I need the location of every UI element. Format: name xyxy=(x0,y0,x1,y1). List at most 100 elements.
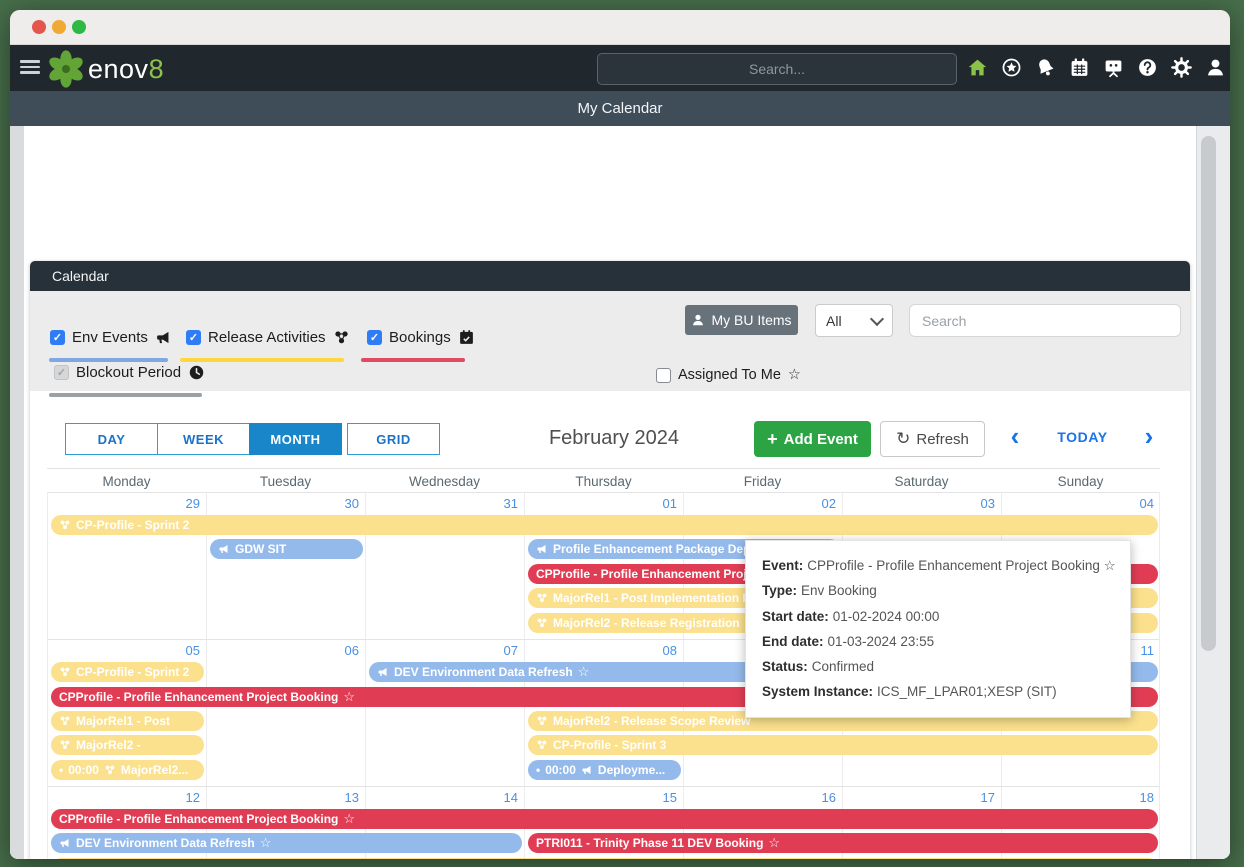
date-cell: 04 xyxy=(1002,496,1154,511)
filter-label: Release Activities xyxy=(208,329,326,346)
view-week-button[interactable]: WEEK xyxy=(157,423,250,455)
event-title: CP-Profile - Sprint 2 xyxy=(76,665,189,679)
event-title: CP-Profile - Sprint 2 xyxy=(76,518,189,532)
close-window-button[interactable] xyxy=(32,20,46,34)
star-circle-icon[interactable] xyxy=(1001,57,1022,78)
day-header: Saturday xyxy=(842,469,1001,493)
notifications-bell-icon[interactable] xyxy=(1035,57,1056,78)
day-header: Sunday xyxy=(1001,469,1160,493)
help-icon[interactable] xyxy=(1137,57,1158,78)
global-search-input[interactable] xyxy=(597,53,957,85)
tooltip-row: Type:Env Booking xyxy=(762,578,1114,603)
cluster-icon xyxy=(536,715,548,727)
event-bar[interactable]: MajorRel2 - xyxy=(51,735,204,755)
star-icon: ☆ xyxy=(260,835,272,851)
enov8-logo: enov8 xyxy=(46,49,164,89)
date-cell: 03 xyxy=(843,496,995,511)
event-title: DEV Environment Data Refresh xyxy=(394,665,573,679)
content-area: Calendar ✓ Env Events ✓ Release Activiti… xyxy=(10,126,1230,859)
my-bu-items-label: My BU Items xyxy=(711,312,791,328)
filter-section: ✓ Env Events ✓ Release Activities ✓ Book… xyxy=(30,291,1190,391)
home-icon[interactable] xyxy=(967,57,988,78)
star-icon: ☆ xyxy=(343,689,355,705)
star-icon: ☆ xyxy=(788,367,801,383)
filter-bookings[interactable]: ✓ Bookings xyxy=(367,329,475,346)
event-bar[interactable]: DEV Environment Data Refresh ☆ xyxy=(51,833,522,853)
refresh-icon: ↻ xyxy=(896,429,910,449)
event-time: 00:00 xyxy=(68,763,99,777)
date-cell: 07 xyxy=(366,643,518,658)
date-cell: 06 xyxy=(207,643,359,658)
event-tooltip: Event:CPProfile - Profile Enhancement Pr… xyxy=(745,540,1131,718)
event-bar[interactable]: CP-Profile - Sprint 3 xyxy=(51,858,1158,859)
filter-label: Bookings xyxy=(389,329,451,346)
filter-release-activities[interactable]: ✓ Release Activities xyxy=(186,329,350,346)
settings-gear-icon[interactable] xyxy=(1171,57,1192,78)
top-navbar: enov8 xyxy=(10,45,1230,91)
scrollbar-track[interactable] xyxy=(1196,126,1230,859)
event-bar[interactable]: • 00:00 Deployme... xyxy=(528,760,681,780)
cluster-icon xyxy=(104,764,116,776)
previous-month-chevron[interactable]: ‹ xyxy=(1002,419,1028,455)
zoom-window-button[interactable] xyxy=(72,20,86,34)
scope-select[interactable]: All xyxy=(815,304,893,337)
left-gutter xyxy=(10,126,24,859)
today-button[interactable]: TODAY xyxy=(1035,421,1130,453)
scrollbar-thumb[interactable] xyxy=(1201,136,1216,651)
megaphone-icon xyxy=(581,764,593,776)
minimize-window-button[interactable] xyxy=(52,20,66,34)
event-bar[interactable]: GDW SIT xyxy=(210,539,363,559)
user-profile-icon[interactable] xyxy=(1205,57,1226,78)
event-title: PTRI011 - Trinity Phase 11 DEV Booking xyxy=(536,836,763,850)
tooltip-row: System Instance:ICS_MF_LPAR01;XESP (SIT) xyxy=(762,679,1114,704)
event-title: MajorRel2 - Release Scope Review xyxy=(553,714,750,728)
event-bar[interactable]: CP-Profile - Sprint 2 xyxy=(51,515,1158,535)
hamburger-menu-icon[interactable] xyxy=(20,60,40,76)
event-title: MajorRel2 - Release Registration xyxy=(553,616,740,630)
bookings-underline xyxy=(361,358,465,362)
view-grid-button[interactable]: GRID xyxy=(347,423,440,455)
view-day-button[interactable]: DAY xyxy=(65,423,158,455)
view-month-button[interactable]: MONTH xyxy=(249,423,342,455)
env-events-underline xyxy=(49,358,168,362)
date-cell: 15 xyxy=(525,790,677,805)
date-cell: 01 xyxy=(525,496,677,511)
filter-blockout-period[interactable]: ✓ Blockout Period xyxy=(54,364,205,381)
assigned-to-me-label: Assigned To Me xyxy=(678,367,781,383)
day-header: Tuesday xyxy=(206,469,365,493)
refresh-button[interactable]: ↻ Refresh xyxy=(880,421,985,457)
calendar-search-input[interactable] xyxy=(909,304,1181,337)
date-cell: 17 xyxy=(843,790,995,805)
event-bar[interactable]: MajorRel1 - Post xyxy=(51,711,204,731)
day-header: Friday xyxy=(683,469,842,493)
cluster-icon xyxy=(333,329,350,346)
board-icon[interactable] xyxy=(1103,57,1124,78)
next-month-chevron[interactable]: › xyxy=(1136,419,1162,455)
event-bar[interactable]: CP-Profile - Sprint 2 xyxy=(51,662,204,682)
event-bar[interactable]: CP-Profile - Sprint 3 xyxy=(528,735,1158,755)
bookings-checkbox[interactable]: ✓ xyxy=(367,330,382,345)
blockout-period-checkbox[interactable]: ✓ xyxy=(54,365,69,380)
date-cell: 02 xyxy=(684,496,836,511)
megaphone-icon xyxy=(155,329,172,346)
calendar-icon[interactable] xyxy=(1069,57,1090,78)
event-title: CP-Profile - Sprint 3 xyxy=(553,738,666,752)
filter-label: Blockout Period xyxy=(76,364,181,381)
assigned-to-me-checkbox[interactable] xyxy=(656,368,671,383)
event-title: GDW SIT xyxy=(235,542,286,556)
add-event-button[interactable]: + Add Event xyxy=(754,421,871,457)
event-title: MajorRel2... xyxy=(121,763,188,777)
cluster-icon xyxy=(59,739,71,751)
env-events-checkbox[interactable]: ✓ xyxy=(50,330,65,345)
release-activities-checkbox[interactable]: ✓ xyxy=(186,330,201,345)
scope-selected-value: All xyxy=(826,313,842,329)
event-bar[interactable]: PTRI011 - Trinity Phase 11 DEV Booking ☆ xyxy=(528,833,1158,853)
plus-icon: + xyxy=(767,429,778,450)
filter-env-events[interactable]: ✓ Env Events xyxy=(50,329,172,346)
chevron-down-icon xyxy=(870,311,884,325)
event-title: CPProfile - Profile Enhancement Project … xyxy=(59,690,338,704)
event-bar[interactable]: • 00:00 MajorRel2... xyxy=(51,760,204,780)
my-bu-items-button[interactable]: My BU Items xyxy=(685,305,798,335)
event-bar[interactable]: CPProfile - Profile Enhancement Project … xyxy=(51,809,1158,829)
filter-assigned-to-me[interactable]: Assigned To Me ☆ xyxy=(656,367,801,383)
